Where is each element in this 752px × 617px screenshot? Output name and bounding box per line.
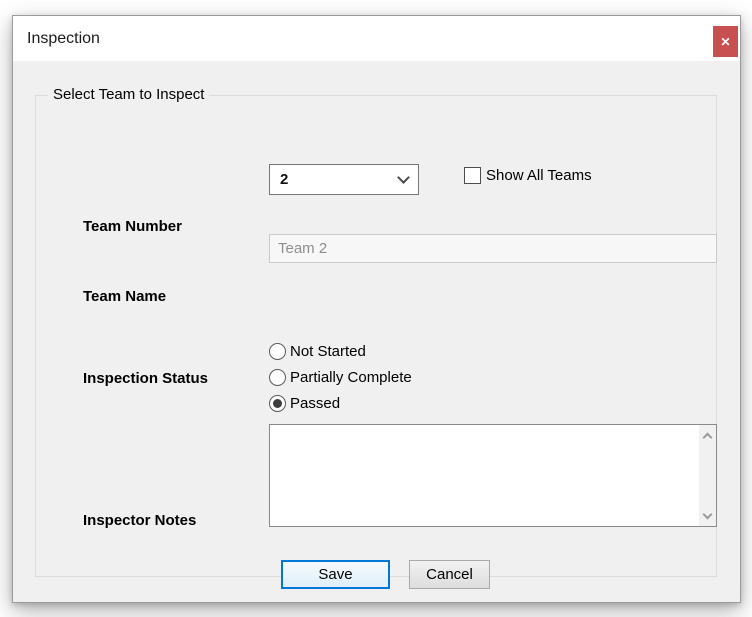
team-number-label: Team Number	[83, 218, 182, 235]
groupbox-title: Select Team to Inspect	[48, 86, 209, 103]
save-button[interactable]: Save	[281, 560, 390, 589]
close-icon: ✕	[720, 35, 730, 49]
inspection-dialog: Inspection ✕ Select Team to Inspect Team…	[12, 15, 741, 603]
team-number-value: 2	[270, 171, 388, 188]
team-name-field	[269, 234, 717, 263]
inspector-notes-input[interactable]	[270, 425, 699, 526]
radio-row-not-started: Not Started	[269, 342, 366, 360]
inspector-notes-label: Inspector Notes	[83, 512, 196, 529]
scroll-down-button[interactable]	[699, 507, 716, 524]
select-team-groupbox: Select Team to Inspect Team Number 2 Sho…	[35, 95, 717, 577]
team-number-dropdown[interactable]: 2	[269, 164, 419, 195]
show-all-teams-row: Show All Teams	[464, 167, 592, 184]
dropdown-arrow-button[interactable]	[388, 177, 418, 182]
radio-row-passed: Passed	[269, 394, 340, 412]
radio-partially-complete-label[interactable]: Partially Complete	[290, 369, 412, 386]
chevron-down-icon	[397, 171, 410, 184]
notes-scrollbar[interactable]	[699, 425, 716, 526]
radio-not-started[interactable]	[269, 343, 286, 360]
radio-row-partially-complete: Partially Complete	[269, 368, 412, 386]
dialog-body: Select Team to Inspect Team Number 2 Sho…	[13, 61, 740, 602]
chevron-up-icon	[703, 432, 713, 442]
inspector-notes-box	[269, 424, 717, 527]
window-title: Inspection	[27, 16, 100, 61]
radio-partially-complete[interactable]	[269, 369, 286, 386]
scroll-up-button[interactable]	[699, 427, 716, 444]
titlebar[interactable]: Inspection ✕	[13, 16, 740, 61]
inspection-status-label: Inspection Status	[83, 370, 208, 387]
radio-not-started-label[interactable]: Not Started	[290, 343, 366, 360]
chevron-down-icon	[703, 509, 713, 519]
show-all-teams-label[interactable]: Show All Teams	[486, 167, 592, 184]
close-button[interactable]: ✕	[713, 26, 738, 57]
show-all-teams-checkbox[interactable]	[464, 167, 481, 184]
cancel-button[interactable]: Cancel	[409, 560, 490, 589]
radio-dot-icon	[273, 399, 282, 408]
radio-passed-label[interactable]: Passed	[290, 395, 340, 412]
team-name-label: Team Name	[83, 288, 166, 305]
radio-passed[interactable]	[269, 395, 286, 412]
